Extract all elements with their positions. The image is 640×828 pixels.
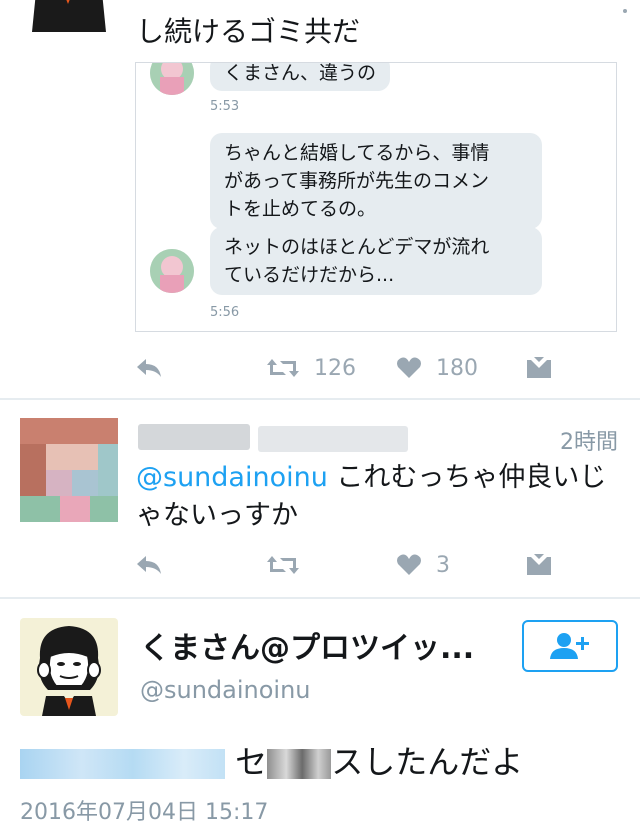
like-button[interactable]: 180 [396, 348, 478, 388]
heart-icon [397, 554, 421, 575]
top-tweet-text: し続けるゴミ共だ [136, 15, 361, 48]
main-text-part2: スしたんだよ [331, 743, 524, 781]
main-text-part1: セ [235, 743, 268, 781]
tweet-divider [0, 398, 640, 400]
retweet-count: 126 [314, 355, 356, 381]
like-count: 3 [436, 552, 450, 578]
reply-button[interactable] [134, 545, 164, 585]
main-handle[interactable]: @sundainoinu [140, 676, 311, 704]
main-display-name[interactable]: くまさん@プロツイッ... [140, 630, 474, 668]
dm-message: ちゃんと結婚してるから、事情 があって事務所が先生のコメン トを止めてるの。 [210, 133, 542, 229]
heart-icon [397, 357, 421, 378]
dm-message: ネットのはほとんどデマが流れ ているだけだから... [210, 227, 542, 295]
dm-message: くまさん、違うの [210, 63, 391, 91]
reply-display-name-redacted [138, 424, 250, 450]
dm-sender-avatar [150, 63, 194, 95]
retweet-icon [267, 556, 299, 574]
reply-author-avatar[interactable] [20, 418, 118, 522]
tweet-divider [0, 597, 640, 599]
reply-tweet-text: @sundainoinu これむっちゃ仲良いじ ゃないっすか [136, 459, 616, 535]
reply-handle-redacted [258, 426, 408, 452]
dm-envelope-icon [527, 357, 551, 378]
mention-link[interactable]: @sundainoinu [136, 462, 328, 493]
like-button[interactable]: 3 [396, 545, 450, 585]
follow-button[interactable] [522, 620, 618, 672]
main-tweet-date: 2016年07月04日 15:17 [20, 800, 269, 825]
top-tweet-avatar[interactable] [22, 0, 114, 32]
more-menu-icon[interactable] [620, 0, 630, 13]
retweet-button[interactable] [266, 545, 300, 585]
reply-icon [137, 359, 161, 377]
follow-add-user-icon [550, 633, 589, 659]
dm-screenshot-card[interactable]: くまさん、違うの 5:53 ちゃんと結婚してるから、事情 があって事務所が先生の… [135, 62, 617, 332]
tweet-action-bar: 126 180 [0, 348, 640, 388]
dm-sender-avatar [150, 249, 194, 293]
retweet-icon [267, 359, 299, 377]
direct-message-button[interactable] [526, 348, 552, 388]
like-count: 180 [436, 355, 478, 381]
dm-timestamp: 5:56 [210, 305, 240, 320]
retweet-button[interactable]: 126 [266, 348, 356, 388]
reply-action-bar: 3 [0, 545, 640, 585]
main-tweet-text: セ スしたんだよ [20, 740, 523, 784]
reply-button[interactable] [134, 348, 164, 388]
dm-timestamp: 5:53 [210, 99, 240, 114]
redacted-censor-block [267, 749, 332, 779]
reply-text-line2: ゃないっすか [136, 500, 298, 531]
reply-icon [137, 556, 161, 574]
reply-timestamp: 2時間 [560, 430, 618, 455]
redacted-mention [20, 749, 225, 779]
reply-text-line1: これむっちゃ仲良いじ [327, 462, 607, 493]
dm-envelope-icon [527, 554, 551, 575]
direct-message-button[interactable] [526, 545, 552, 585]
main-author-avatar[interactable] [20, 618, 118, 716]
